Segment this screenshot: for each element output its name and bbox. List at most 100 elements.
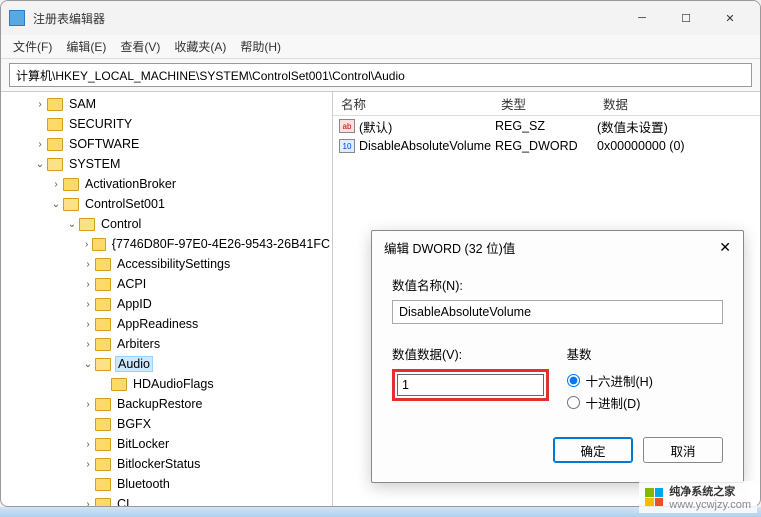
tree-view[interactable]: ›SAMSECURITY › SOFTWARE ⌄SYSTEM›ActivationB… bbox=[1, 92, 333, 506]
tree-item-software[interactable]: › SOFTWARE bbox=[1, 134, 332, 154]
twist-icon[interactable]: › bbox=[81, 399, 95, 410]
ok-button[interactable]: 确定 bbox=[553, 437, 633, 463]
tree-item-security[interactable]: SECURITY bbox=[1, 114, 332, 134]
tree-label: BGFX bbox=[115, 417, 153, 431]
twist-icon[interactable]: › bbox=[49, 179, 63, 190]
twist-icon[interactable]: › bbox=[81, 239, 92, 250]
list-header: 名称 类型 数据 bbox=[333, 92, 760, 116]
tree-label: AccessibilitySettings bbox=[115, 257, 232, 271]
list-row[interactable]: ab(默认)REG_SZ(数值未设置) bbox=[333, 116, 760, 136]
tree-item-bluetooth[interactable]: Bluetooth bbox=[1, 474, 332, 494]
radio-hex-label[interactable]: 十六进制(H) bbox=[567, 369, 724, 391]
row-name: DisableAbsoluteVolume bbox=[359, 139, 495, 153]
dialog-titlebar[interactable]: 编辑 DWORD (32 位)值 ✕ bbox=[372, 231, 743, 263]
twist-icon[interactable]: › bbox=[81, 459, 95, 470]
twist-icon[interactable]: ⌄ bbox=[81, 359, 95, 370]
twist-icon[interactable]: › bbox=[81, 339, 95, 350]
titlebar[interactable]: 注册表编辑器 ─ ☐ ✕ bbox=[1, 1, 760, 35]
tree-label: {7746D80F-97E0-4E26-9543-26B41FC bbox=[110, 237, 332, 251]
folder-icon bbox=[95, 498, 111, 507]
twist-icon[interactable]: ⌄ bbox=[33, 159, 47, 170]
row-type: REG_DWORD bbox=[495, 139, 597, 153]
folder-icon bbox=[95, 258, 111, 271]
menu-bar: 文件(F) 编辑(E) 查看(V) 收藏夹(A) 帮助(H) bbox=[1, 35, 760, 59]
tree-label: ControlSet001 bbox=[83, 197, 167, 211]
cancel-button[interactable]: 取消 bbox=[643, 437, 723, 463]
menu-help[interactable]: 帮助(H) bbox=[240, 38, 281, 55]
twist-icon[interactable]: › bbox=[81, 499, 95, 507]
tree-label: Control bbox=[99, 217, 143, 231]
row-type: REG_SZ bbox=[495, 119, 597, 133]
tree-label: AppID bbox=[115, 297, 154, 311]
col-data[interactable]: 数据 bbox=[595, 94, 760, 113]
tree-item-bitlockerstatus[interactable]: ›BitlockerStatus bbox=[1, 454, 332, 474]
value-data-input[interactable] bbox=[397, 374, 544, 396]
tree-item-activationbroker[interactable]: ›ActivationBroker bbox=[1, 174, 332, 194]
window-title: 注册表编辑器 bbox=[33, 10, 620, 27]
value-name-label: 数值名称(N): bbox=[392, 275, 723, 294]
tree-item-system[interactable]: ⌄SYSTEM bbox=[1, 154, 332, 174]
tree-label: SOFTWARE bbox=[67, 137, 141, 151]
row-data: 0x00000000 (0) bbox=[597, 139, 760, 153]
twist-icon[interactable]: › bbox=[81, 319, 95, 330]
tree-item-sam[interactable]: ›SAM bbox=[1, 94, 332, 114]
highlight-box bbox=[392, 369, 549, 401]
app-icon bbox=[9, 10, 25, 26]
maximize-button[interactable]: ☐ bbox=[664, 3, 708, 33]
tree-item-hdaudioflags[interactable]: HDAudioFlags bbox=[1, 374, 332, 394]
folder-icon bbox=[47, 118, 63, 131]
radio-dec[interactable] bbox=[567, 396, 580, 409]
list-row[interactable]: 10 DisableAbsoluteVolumeREG_DWORD0x000000… bbox=[333, 136, 760, 156]
tree-item-audio[interactable]: ⌄ Audio bbox=[1, 354, 332, 374]
value-name-input[interactable] bbox=[392, 300, 723, 324]
value-data-label: 数值数据(V): bbox=[392, 344, 549, 363]
menu-edit[interactable]: 编辑(E) bbox=[66, 38, 106, 55]
tree-item-controlset001[interactable]: ⌄ ControlSet001 bbox=[1, 194, 332, 214]
tree-item-ci[interactable]: › CI bbox=[1, 494, 332, 506]
col-type[interactable]: 类型 bbox=[493, 94, 595, 113]
tree-item-appid[interactable]: › AppID bbox=[1, 294, 332, 314]
watermark-url: www.ycwjzy.com bbox=[669, 499, 751, 511]
watermark: 纯净系统之家 www.ycwjzy.com bbox=[639, 481, 757, 513]
tree-item-bitlocker[interactable]: ›BitLocker bbox=[1, 434, 332, 454]
twist-icon[interactable]: › bbox=[81, 279, 95, 290]
tree-item-appreadiness[interactable]: › AppReadiness bbox=[1, 314, 332, 334]
twist-icon[interactable]: › bbox=[81, 439, 95, 450]
tree-item-backuprestore[interactable]: ›BackupRestore bbox=[1, 394, 332, 414]
tree-label: HDAudioFlags bbox=[131, 377, 216, 391]
folder-icon bbox=[95, 438, 111, 451]
folder-icon bbox=[95, 478, 111, 491]
radio-hex[interactable] bbox=[567, 374, 580, 387]
dialog-close-icon[interactable]: ✕ bbox=[719, 239, 731, 256]
menu-favorites[interactable]: 收藏夹(A) bbox=[174, 38, 226, 55]
tree-label: Audio bbox=[115, 356, 153, 372]
twist-icon[interactable]: ⌄ bbox=[49, 199, 63, 210]
tree-label: AppReadiness bbox=[115, 317, 200, 331]
twist-icon[interactable]: › bbox=[81, 259, 95, 270]
col-name[interactable]: 名称 bbox=[333, 94, 493, 113]
string-icon: ab bbox=[339, 119, 355, 133]
tree-label: CI bbox=[115, 497, 132, 506]
tree-item-bgfx[interactable]: BGFX bbox=[1, 414, 332, 434]
window-controls: ─ ☐ ✕ bbox=[620, 3, 752, 33]
address-input[interactable] bbox=[9, 63, 752, 87]
tree-item-accessibilitysettings[interactable]: › AccessibilitySettings bbox=[1, 254, 332, 274]
radio-dec-label[interactable]: 十进制(D) bbox=[567, 391, 724, 413]
twist-icon[interactable]: ⌄ bbox=[65, 219, 79, 230]
folder-icon bbox=[47, 138, 63, 151]
twist-icon[interactable]: › bbox=[33, 139, 47, 150]
close-button[interactable]: ✕ bbox=[708, 3, 752, 33]
folder-icon bbox=[63, 178, 79, 191]
menu-view[interactable]: 查看(V) bbox=[120, 38, 160, 55]
tree-item-control[interactable]: ⌄ Control bbox=[1, 214, 332, 234]
tree-item--7746d80f-97e0-4e26-9543-26b41fc[interactable]: › {7746D80F-97E0-4E26-9543-26B41FC bbox=[1, 234, 332, 254]
menu-file[interactable]: 文件(F) bbox=[13, 38, 52, 55]
tree-item-acpi[interactable]: ›ACPI bbox=[1, 274, 332, 294]
folder-icon bbox=[95, 458, 111, 471]
tree-item-arbiters[interactable]: ›Arbiters bbox=[1, 334, 332, 354]
dword-icon: 10 bbox=[339, 139, 355, 153]
twist-icon[interactable]: › bbox=[81, 299, 95, 310]
folder-icon bbox=[95, 338, 111, 351]
twist-icon[interactable]: › bbox=[33, 99, 47, 110]
minimize-button[interactable]: ─ bbox=[620, 3, 664, 33]
